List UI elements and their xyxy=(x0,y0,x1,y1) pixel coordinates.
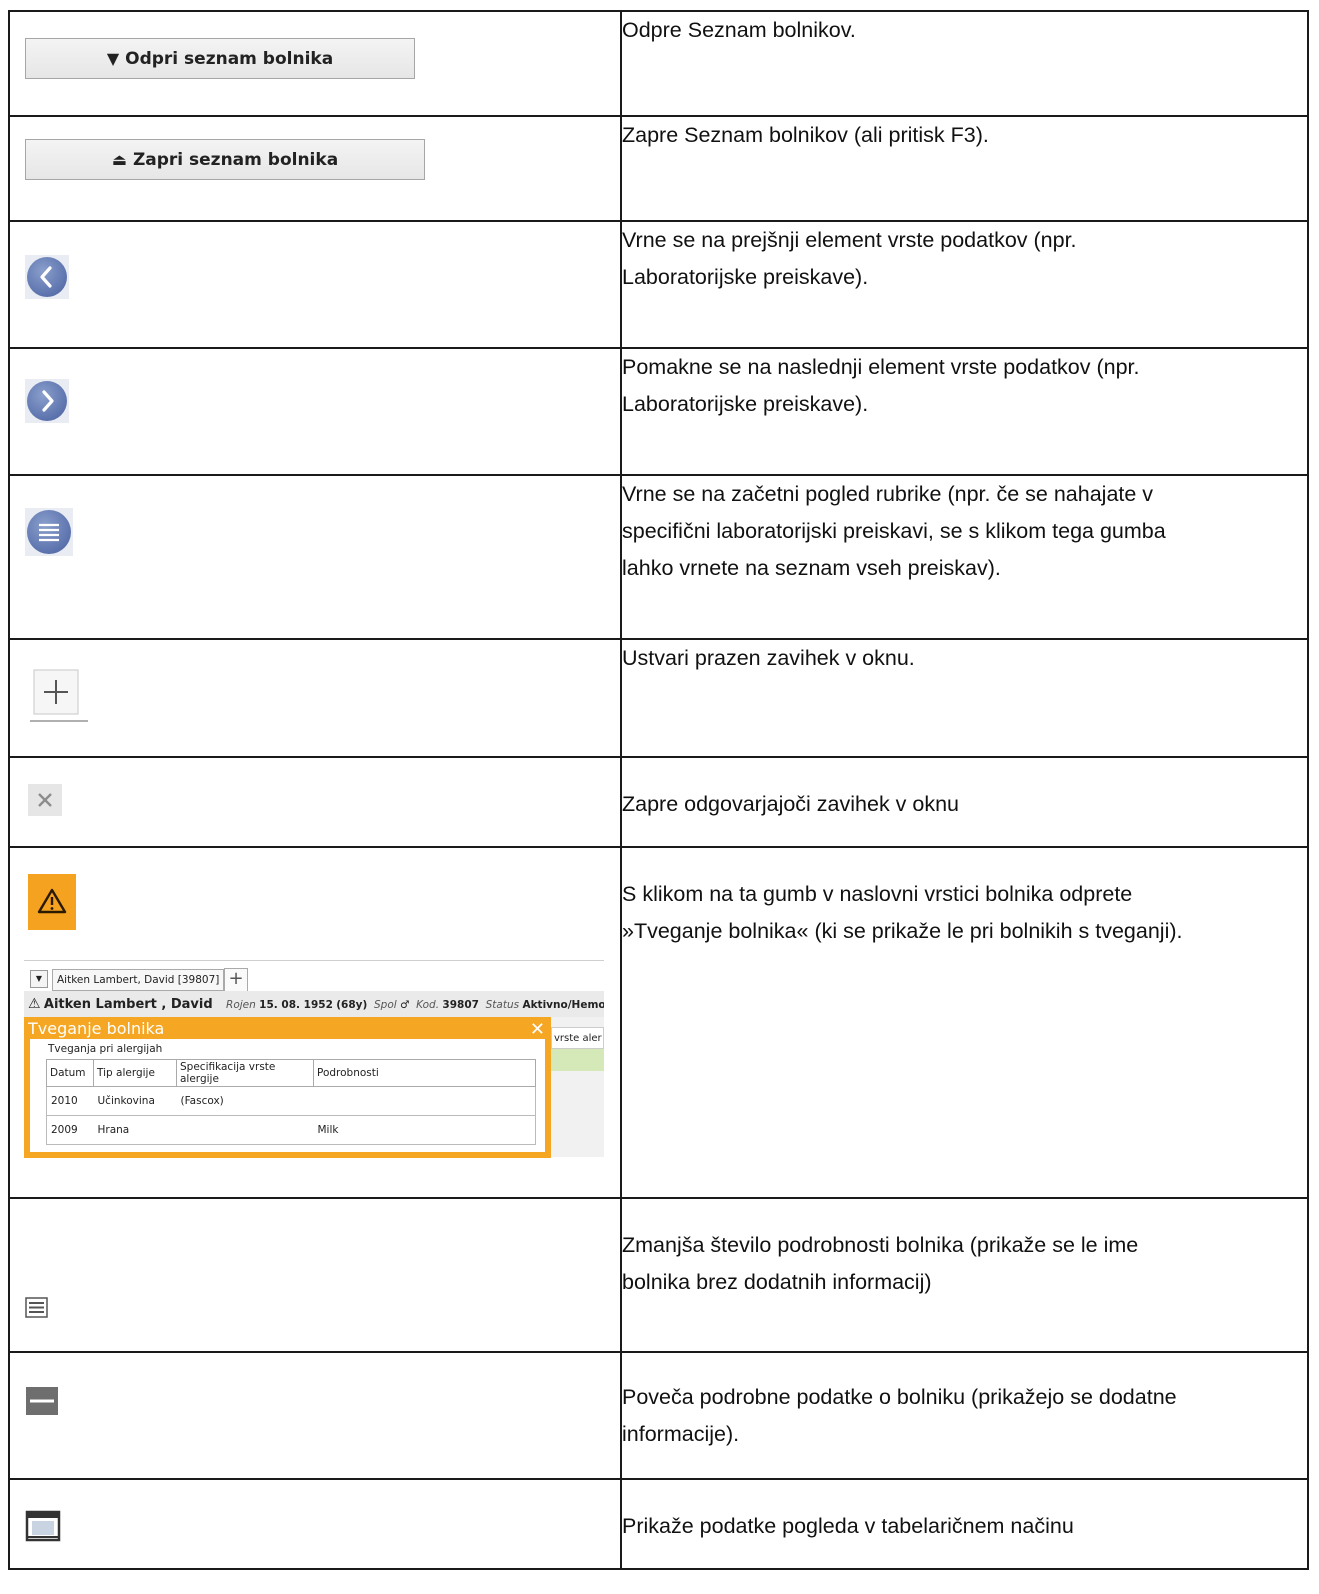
status-value: Aktivno/Hemodializa xyxy=(522,999,604,1011)
table-row: Poveča podrobne podatke o bolniku (prika… xyxy=(8,1351,1309,1480)
row-description-line: Vrne se na prejšnji element vrste podatk… xyxy=(622,228,1077,252)
row-description-line: S klikom na ta gumb v naslovni vrstici b… xyxy=(622,882,1133,906)
row-description-line: specifični laboratorijski preiskavi, se … xyxy=(622,519,1166,543)
patient-name: Aitken Lambert , David xyxy=(43,997,213,1012)
born-value: 15. 08. 1952 xyxy=(259,999,333,1011)
reduce-details-button[interactable] xyxy=(25,1297,49,1324)
add-tab-icon[interactable]: + xyxy=(224,968,248,992)
background-column-header: vrste aler xyxy=(551,1027,604,1049)
row-description-line: bolnika brez dodatnih informacij) xyxy=(622,1270,932,1294)
row-description: Zapre Seznam bolnikov (ali pritisk F3). xyxy=(622,123,989,147)
popup-title: Tveganje bolnika xyxy=(28,1019,165,1038)
warning-icon xyxy=(37,888,67,914)
column-header: Podrobnosti xyxy=(313,1059,536,1087)
code-value: 39807 xyxy=(442,999,479,1011)
born-label: Rojen xyxy=(226,999,256,1011)
expand-details-button[interactable] xyxy=(25,1386,59,1421)
triangle-down-icon: ▼ xyxy=(106,49,120,68)
row-description-line: Laboratorijske preiskave). xyxy=(622,265,869,289)
table-header-row: Datum Tip alergije Specifikacija vrste a… xyxy=(46,1059,536,1087)
list-circle-icon xyxy=(39,523,59,542)
row-description-line: Vrne se na začetni pogled rubrike (npr. … xyxy=(622,482,1154,506)
row-description-line: lahko vrnete na seznam vseh preiskav). xyxy=(622,556,1001,580)
table-row: ▼ Odpri seznam bolnika Odpre Seznam boln… xyxy=(8,10,1309,117)
table-row: ⏏ Zapri seznam bolnika Zapre Seznam boln… xyxy=(8,115,1309,222)
column-header: Specifikacija vrste alergije xyxy=(176,1059,314,1087)
warning-icon[interactable]: ⚠ xyxy=(28,996,41,1012)
legend-table: ▼ Odpri seznam bolnika Odpre Seznam boln… xyxy=(8,10,1309,1570)
table-row[interactable]: 2009 Hrana Milk xyxy=(46,1115,536,1145)
close-tab-button[interactable] xyxy=(28,784,62,816)
section-title: Tveganja pri alergijah xyxy=(48,1043,163,1055)
table-window-icon xyxy=(25,1510,61,1542)
row-description-line: Laboratorijske preiskave). xyxy=(622,392,869,416)
risk-popup: Tveganje bolnika ✕ Tveganja pri alergija… xyxy=(24,1017,551,1158)
eject-icon: ⏏ xyxy=(111,150,127,169)
row-description-line: »Tveganje bolnika« (ki se prikaže le pri… xyxy=(622,919,1183,943)
sex-label: Spol xyxy=(373,999,397,1011)
table-row: Zmanjša število podrobnosti bolnika (pri… xyxy=(8,1197,1309,1353)
table-row: Prikaže podatke pogleda v tabelaričnem n… xyxy=(8,1478,1309,1570)
previous-element-button[interactable] xyxy=(25,255,69,299)
cell-type: Učinkovina xyxy=(93,1086,177,1116)
table-row: Pomakne se na naslednji element vrste po… xyxy=(8,347,1309,476)
next-element-button[interactable] xyxy=(25,379,69,423)
chevron-left-circle-icon xyxy=(40,266,52,288)
column-header: Datum xyxy=(46,1059,94,1087)
cell-details xyxy=(313,1086,536,1116)
patient-header: ⚠ Aitken Lambert , David Rojen 15. 08. 1… xyxy=(24,991,604,1017)
row-description: Zapre odgovarjajoči zavihek v oknu xyxy=(622,792,960,816)
table-row: Ustvari prazen zavihek v oknu. xyxy=(8,638,1309,758)
cell-spec: (Fascox) xyxy=(176,1086,314,1116)
collapse-lines-icon xyxy=(25,1297,48,1318)
male-symbol-icon: ♂ xyxy=(400,999,410,1011)
table-row[interactable]: 2010 Učinkovina (Fascox) xyxy=(46,1086,536,1116)
allergy-table: Datum Tip alergije Specifikacija vrste a… xyxy=(46,1059,536,1145)
row-description: Prikaže podatke pogleda v tabelaričnem n… xyxy=(622,1514,1074,1538)
column-header: Tip alergije xyxy=(93,1059,177,1087)
cell-date: 2009 xyxy=(46,1115,94,1145)
row-description: Ustvari prazen zavihek v oknu. xyxy=(622,646,915,670)
cell-date: 2010 xyxy=(46,1086,94,1116)
cell-type: Hrana xyxy=(93,1115,177,1145)
table-row: Vrne se na prejšnji element vrste podatk… xyxy=(8,220,1309,349)
row-description-line: Zmanjša število podrobnosti bolnika (pri… xyxy=(622,1233,1139,1257)
row-description-line: informacije). xyxy=(622,1422,740,1446)
open-patient-list-button[interactable]: ▼ Odpri seznam bolnika xyxy=(25,38,415,79)
patient-tab[interactable]: Aitken Lambert, David [39807] xyxy=(52,969,225,991)
patient-risk-screenshot: ▼ Aitken Lambert, David [39807] + ⚠ Aitk… xyxy=(24,960,604,1168)
row-description: Odpre Seznam bolnikov. xyxy=(622,18,856,42)
chevron-right-circle-icon xyxy=(42,390,54,412)
close-icon[interactable]: ✕ xyxy=(530,1019,545,1040)
table-row: ▼ Aitken Lambert, David [39807] + ⚠ Aitk… xyxy=(8,846,1309,1199)
status-label: Status xyxy=(485,999,520,1011)
row-description-line: Pomakne se na naslednji element vrste po… xyxy=(622,355,1140,379)
table-view-button[interactable] xyxy=(25,1510,61,1547)
minus-box-icon xyxy=(26,1387,58,1415)
close-patient-list-button[interactable]: ⏏ Zapri seznam bolnika xyxy=(25,139,425,180)
patient-risk-button[interactable] xyxy=(28,874,76,930)
start-view-button[interactable] xyxy=(25,508,73,556)
plus-icon xyxy=(30,669,88,722)
add-tab-button[interactable] xyxy=(28,662,88,724)
table-row: Zapre odgovarjajoči zavihek v oknu xyxy=(8,756,1309,848)
button-label: Odpri seznam bolnika xyxy=(125,48,334,69)
cell-spec xyxy=(176,1115,314,1145)
row-description-line: Poveča podrobne podatke o bolniku (prika… xyxy=(622,1385,1177,1409)
tab-dropdown[interactable]: ▼ xyxy=(30,970,48,988)
close-icon xyxy=(38,793,52,807)
table-row: Vrne se na začetni pogled rubrike (npr. … xyxy=(8,474,1309,640)
age-value: (68y) xyxy=(336,999,368,1011)
button-label: Zapri seznam bolnika xyxy=(132,149,339,170)
code-label: Kod. xyxy=(416,999,440,1011)
cell-details: Milk xyxy=(313,1115,536,1145)
